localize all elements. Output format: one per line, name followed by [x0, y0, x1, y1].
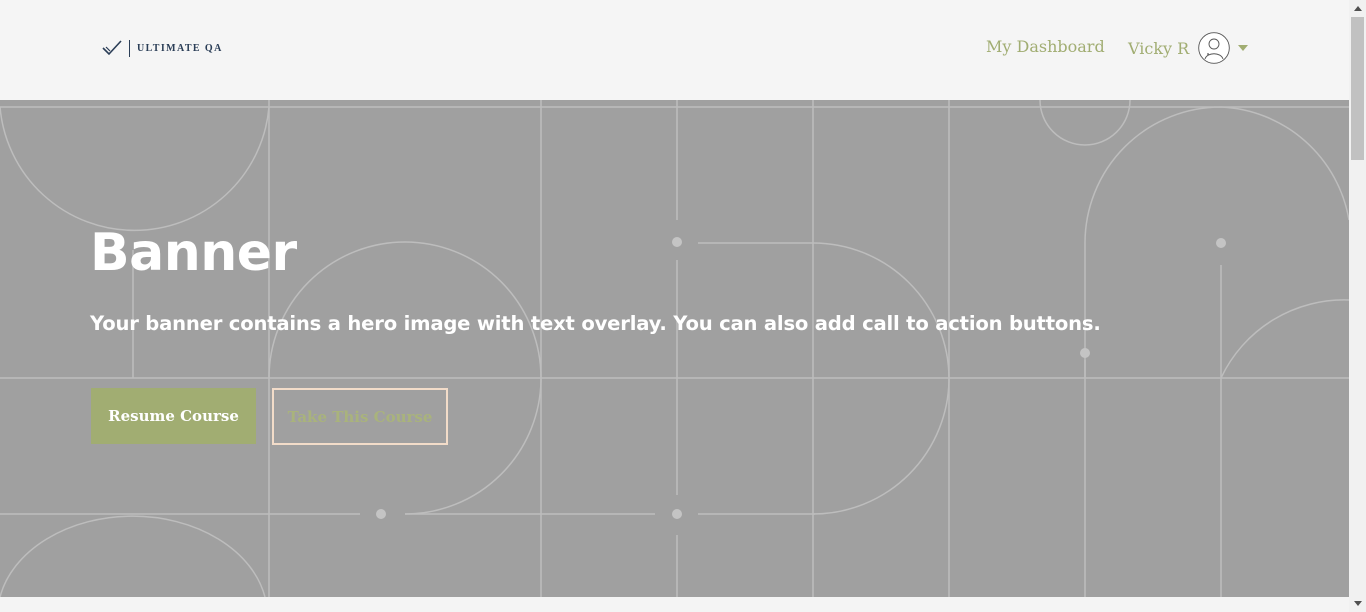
banner-title: Banner: [90, 223, 297, 283]
banner-subtitle: Your banner contains a hero image with t…: [90, 312, 1101, 335]
scroll-down-button[interactable]: [1349, 595, 1366, 612]
hero-banner: Banner Your banner contains a hero image…: [0, 100, 1349, 597]
site-header: ULTIMATE QA My Dashboard Vicky R: [0, 0, 1349, 100]
vertical-scrollbar[interactable]: [1349, 0, 1366, 612]
page-bottom: [0, 597, 1349, 612]
resume-course-button[interactable]: Resume Course: [91, 388, 256, 444]
take-this-course-button[interactable]: Take This Course: [272, 388, 448, 445]
user-menu[interactable]: Vicky R: [1128, 31, 1249, 65]
my-dashboard-link[interactable]: My Dashboard: [986, 37, 1105, 56]
banner-pattern: [0, 100, 1349, 597]
logo-divider: [129, 39, 130, 57]
logo[interactable]: ULTIMATE QA: [101, 38, 223, 58]
triangle-up-icon: [1353, 6, 1362, 11]
caret-down-icon: [1238, 45, 1249, 51]
user-avatar-icon: [1198, 32, 1230, 64]
checkmark-icon: [102, 40, 122, 56]
scroll-thumb[interactable]: [1351, 17, 1364, 160]
triangle-down-icon: [1353, 601, 1362, 606]
logo-text: ULTIMATE QA: [137, 42, 223, 54]
user-name: Vicky R: [1128, 38, 1190, 58]
scroll-up-button[interactable]: [1349, 0, 1366, 17]
